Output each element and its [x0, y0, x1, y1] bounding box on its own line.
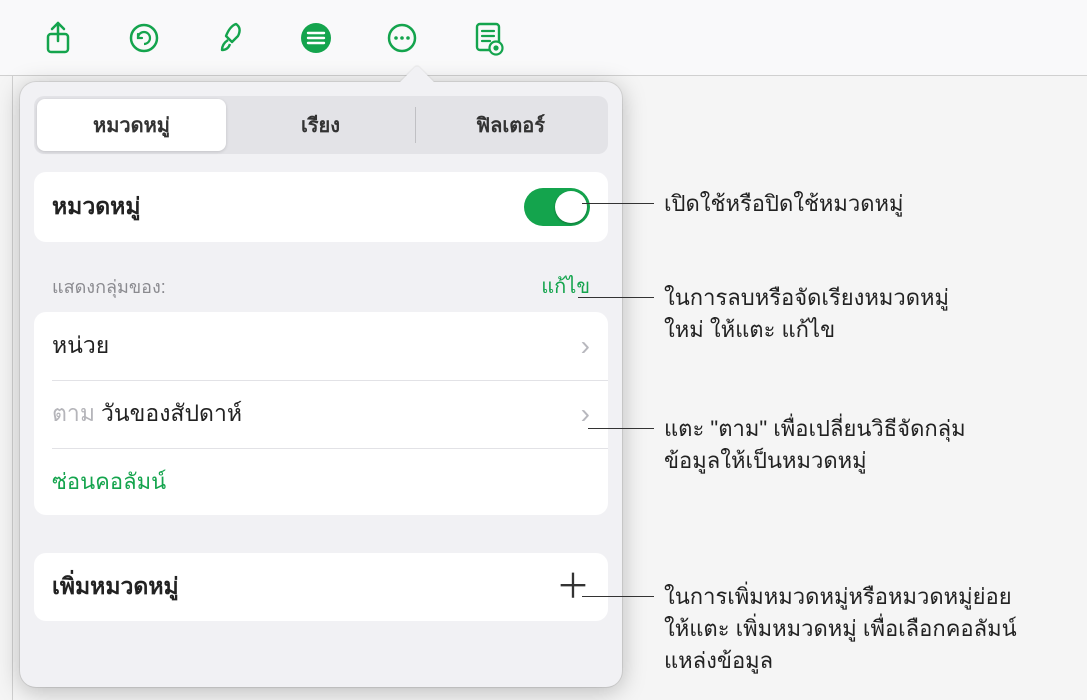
undo-button[interactable] [104, 14, 184, 62]
callout-4: ในการเพิ่มหมวดหมู่หรือหมวดหมู่ย่อย ให้แต… [664, 581, 1017, 677]
toggle-knob [555, 191, 587, 223]
reader-icon [472, 20, 504, 56]
group-row-by[interactable]: ตาม วันของสัปดาห์ › [34, 380, 608, 448]
window-edge [12, 76, 13, 700]
callout-line [588, 428, 654, 429]
hide-column-row[interactable]: ซ่อนคอลัมน์ [34, 448, 608, 515]
groups-header-label: แสดงกลุ่มของ: [52, 272, 166, 301]
toolbar [0, 0, 1087, 76]
add-category-card: เพิ่มหมวดหมู่ ＋ [34, 553, 608, 621]
undo-icon [127, 21, 161, 55]
by-prefix: ตาม [52, 396, 95, 432]
reader-button[interactable] [448, 14, 528, 62]
callout-2: ในการลบหรือจัดเรียงหมวดหมู่ ใหม่ ให้แตะ … [664, 282, 949, 346]
category-toggle-label: หมวดหมู่ [52, 189, 141, 225]
tab-sort[interactable]: เรียง [226, 99, 415, 151]
callout-line [582, 203, 654, 204]
segmented-control: หมวดหมู่ เรียง ฟิลเตอร์ [34, 96, 608, 154]
category-toggle[interactable] [524, 188, 590, 226]
groups-header: แสดงกลุ่มของ: แก้ไข [34, 270, 608, 312]
tab-category[interactable]: หมวดหมู่ [37, 99, 226, 151]
organize-popover: หมวดหมู่ เรียง ฟิลเตอร์ หมวดหมู่ แสดงกลุ… [20, 82, 622, 687]
more-button[interactable] [362, 14, 442, 62]
category-toggle-card: หมวดหมู่ [34, 172, 608, 242]
organize-icon [299, 21, 333, 55]
add-category-button[interactable]: เพิ่มหมวดหมู่ ＋ [34, 553, 608, 621]
callout-line [582, 596, 654, 597]
group-row-unit[interactable]: หน่วย › [34, 312, 608, 380]
callout-1: เปิดใช้หรือปิดใช้หมวดหมู่ [664, 188, 904, 220]
tab-filter[interactable]: ฟิลเตอร์ [416, 99, 605, 151]
more-icon [385, 21, 419, 55]
groups-list: หน่วย › ตาม วันของสัปดาห์ › ซ่อนคอลัมน์ [34, 312, 608, 515]
callout-line [578, 297, 654, 298]
hide-column-label: ซ่อนคอลัมน์ [52, 464, 166, 499]
share-icon [43, 21, 73, 55]
callout-3: แตะ "ตาม" เพื่อเปลี่ยนวิธีจัดกลุ่ม ข้อมู… [664, 413, 966, 477]
organize-button[interactable] [276, 14, 356, 62]
add-category-label: เพิ่มหมวดหมู่ [52, 569, 179, 605]
chevron-right-icon: › [581, 330, 590, 362]
format-button[interactable] [190, 14, 270, 62]
chevron-right-icon: › [581, 398, 590, 430]
group-row-label: หน่วย [52, 328, 109, 364]
brush-icon [214, 20, 246, 56]
share-button[interactable] [18, 14, 98, 62]
group-row-by-label: วันของสัปดาห์ [101, 396, 242, 432]
plus-icon: ＋ [556, 570, 590, 604]
